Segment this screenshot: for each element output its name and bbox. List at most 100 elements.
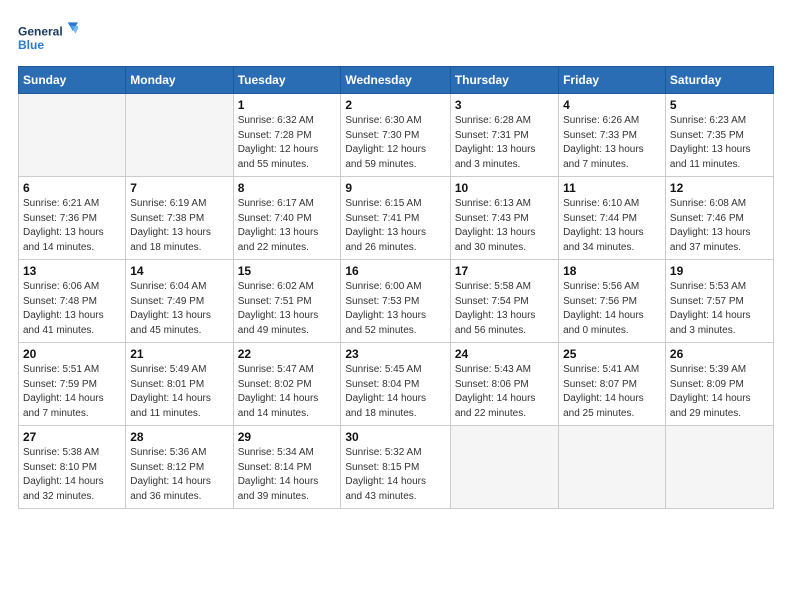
day-number: 12	[670, 181, 769, 195]
day-number: 15	[238, 264, 337, 278]
col-header-wednesday: Wednesday	[341, 67, 450, 94]
day-number: 4	[563, 98, 661, 112]
calendar-table: SundayMondayTuesdayWednesdayThursdayFrid…	[18, 66, 774, 509]
day-number: 8	[238, 181, 337, 195]
day-number: 13	[23, 264, 121, 278]
day-detail: Sunrise: 5:51 AM Sunset: 7:59 PM Dayligh…	[23, 363, 121, 421]
page: General Blue SundayMondayTuesdayWednesda…	[0, 0, 792, 612]
day-detail: Sunrise: 5:38 AM Sunset: 8:10 PM Dayligh…	[23, 446, 121, 504]
day-cell: 21 Sunrise: 5:49 AM Sunset: 8:01 PM Dayli…	[126, 343, 233, 426]
day-cell: 22 Sunrise: 5:47 AM Sunset: 8:02 PM Dayli…	[233, 343, 341, 426]
day-cell: 1 Sunrise: 6:32 AM Sunset: 7:28 PM Daylig…	[233, 94, 341, 177]
day-detail: Sunrise: 6:26 AM Sunset: 7:33 PM Dayligh…	[563, 114, 661, 172]
day-number: 29	[238, 430, 337, 444]
day-number: 3	[455, 98, 554, 112]
day-cell: 7 Sunrise: 6:19 AM Sunset: 7:38 PM Daylig…	[126, 177, 233, 260]
day-cell	[559, 426, 666, 509]
day-cell: 5 Sunrise: 6:23 AM Sunset: 7:35 PM Daylig…	[665, 94, 773, 177]
day-cell: 27 Sunrise: 5:38 AM Sunset: 8:10 PM Dayli…	[19, 426, 126, 509]
day-cell: 14 Sunrise: 6:04 AM Sunset: 7:49 PM Dayli…	[126, 260, 233, 343]
day-detail: Sunrise: 6:19 AM Sunset: 7:38 PM Dayligh…	[130, 197, 228, 255]
day-detail: Sunrise: 6:17 AM Sunset: 7:40 PM Dayligh…	[238, 197, 337, 255]
day-number: 26	[670, 347, 769, 361]
col-header-monday: Monday	[126, 67, 233, 94]
day-cell: 10 Sunrise: 6:13 AM Sunset: 7:43 PM Dayli…	[450, 177, 558, 260]
day-cell: 30Sunrise: 5:32 AM Sunset: 8:15 PM Dayli…	[341, 426, 450, 509]
day-detail: Sunrise: 6:28 AM Sunset: 7:31 PM Dayligh…	[455, 114, 554, 172]
day-number: 25	[563, 347, 661, 361]
day-number: 27	[23, 430, 121, 444]
day-detail: Sunrise: 6:00 AM Sunset: 7:53 PM Dayligh…	[345, 280, 445, 338]
week-row-1: 1 Sunrise: 6:32 AM Sunset: 7:28 PM Daylig…	[19, 94, 774, 177]
logo: General Blue	[18, 18, 78, 56]
day-detail: Sunrise: 6:02 AM Sunset: 7:51 PM Dayligh…	[238, 280, 337, 338]
calendar-body: 1 Sunrise: 6:32 AM Sunset: 7:28 PM Daylig…	[19, 94, 774, 509]
day-cell: 18Sunrise: 5:56 AM Sunset: 7:56 PM Dayli…	[559, 260, 666, 343]
day-cell: 4 Sunrise: 6:26 AM Sunset: 7:33 PM Daylig…	[559, 94, 666, 177]
day-detail: Sunrise: 5:58 AM Sunset: 7:54 PM Dayligh…	[455, 280, 554, 338]
day-number: 21	[130, 347, 228, 361]
day-number: 30	[345, 430, 445, 444]
logo-svg: General Blue	[18, 18, 78, 56]
day-cell: 28 Sunrise: 5:36 AM Sunset: 8:12 PM Dayli…	[126, 426, 233, 509]
day-detail: Sunrise: 6:21 AM Sunset: 7:36 PM Dayligh…	[23, 197, 121, 255]
day-number: 1	[238, 98, 337, 112]
day-detail: Sunrise: 6:23 AM Sunset: 7:35 PM Dayligh…	[670, 114, 769, 172]
day-detail: Sunrise: 6:04 AM Sunset: 7:49 PM Dayligh…	[130, 280, 228, 338]
calendar-header: SundayMondayTuesdayWednesdayThursdayFrid…	[19, 67, 774, 94]
svg-text:General: General	[18, 24, 63, 38]
day-number: 16	[345, 264, 445, 278]
day-number: 10	[455, 181, 554, 195]
col-header-tuesday: Tuesday	[233, 67, 341, 94]
day-detail: Sunrise: 6:32 AM Sunset: 7:28 PM Dayligh…	[238, 114, 337, 172]
day-number: 22	[238, 347, 337, 361]
day-number: 19	[670, 264, 769, 278]
day-number: 20	[23, 347, 121, 361]
day-detail: Sunrise: 5:36 AM Sunset: 8:12 PM Dayligh…	[130, 446, 228, 504]
day-number: 24	[455, 347, 554, 361]
day-number: 2	[345, 98, 445, 112]
day-cell: 20 Sunrise: 5:51 AM Sunset: 7:59 PM Dayli…	[19, 343, 126, 426]
day-detail: Sunrise: 6:13 AM Sunset: 7:43 PM Dayligh…	[455, 197, 554, 255]
col-header-saturday: Saturday	[665, 67, 773, 94]
header: General Blue	[18, 18, 774, 56]
week-row-2: 6 Sunrise: 6:21 AM Sunset: 7:36 PM Daylig…	[19, 177, 774, 260]
day-detail: Sunrise: 6:15 AM Sunset: 7:41 PM Dayligh…	[345, 197, 445, 255]
day-cell: 13 Sunrise: 6:06 AM Sunset: 7:48 PM Dayli…	[19, 260, 126, 343]
day-detail: Sunrise: 5:34 AM Sunset: 8:14 PM Dayligh…	[238, 446, 337, 504]
day-cell: 15 Sunrise: 6:02 AM Sunset: 7:51 PM Dayli…	[233, 260, 341, 343]
day-number: 7	[130, 181, 228, 195]
day-number: 17	[455, 264, 554, 278]
day-number: 14	[130, 264, 228, 278]
day-detail: Sunrise: 6:06 AM Sunset: 7:48 PM Dayligh…	[23, 280, 121, 338]
week-row-5: 27 Sunrise: 5:38 AM Sunset: 8:10 PM Dayli…	[19, 426, 774, 509]
day-detail: Sunrise: 5:53 AM Sunset: 7:57 PM Dayligh…	[670, 280, 769, 338]
day-detail: Sunrise: 6:10 AM Sunset: 7:44 PM Dayligh…	[563, 197, 661, 255]
col-header-friday: Friday	[559, 67, 666, 94]
day-detail: Sunrise: 5:43 AM Sunset: 8:06 PM Dayligh…	[455, 363, 554, 421]
day-number: 5	[670, 98, 769, 112]
day-detail: Sunrise: 5:47 AM Sunset: 8:02 PM Dayligh…	[238, 363, 337, 421]
day-cell: 23Sunrise: 5:45 AM Sunset: 8:04 PM Dayli…	[341, 343, 450, 426]
day-cell: 19 Sunrise: 5:53 AM Sunset: 7:57 PM Dayli…	[665, 260, 773, 343]
day-cell: 8 Sunrise: 6:17 AM Sunset: 7:40 PM Daylig…	[233, 177, 341, 260]
col-header-sunday: Sunday	[19, 67, 126, 94]
header-row: SundayMondayTuesdayWednesdayThursdayFrid…	[19, 67, 774, 94]
day-cell: 3 Sunrise: 6:28 AM Sunset: 7:31 PM Daylig…	[450, 94, 558, 177]
day-cell: 29 Sunrise: 5:34 AM Sunset: 8:14 PM Dayli…	[233, 426, 341, 509]
day-cell: 24 Sunrise: 5:43 AM Sunset: 8:06 PM Dayli…	[450, 343, 558, 426]
day-number: 28	[130, 430, 228, 444]
day-cell: 16 Sunrise: 6:00 AM Sunset: 7:53 PM Dayli…	[341, 260, 450, 343]
day-number: 18	[563, 264, 661, 278]
day-cell: 25 Sunrise: 5:41 AM Sunset: 8:07 PM Dayli…	[559, 343, 666, 426]
day-cell	[450, 426, 558, 509]
day-detail: Sunrise: 5:41 AM Sunset: 8:07 PM Dayligh…	[563, 363, 661, 421]
day-cell: 12 Sunrise: 6:08 AM Sunset: 7:46 PM Dayli…	[665, 177, 773, 260]
day-cell: 11Sunrise: 6:10 AM Sunset: 7:44 PM Dayli…	[559, 177, 666, 260]
day-detail: Sunrise: 5:49 AM Sunset: 8:01 PM Dayligh…	[130, 363, 228, 421]
day-cell: 17 Sunrise: 5:58 AM Sunset: 7:54 PM Dayli…	[450, 260, 558, 343]
day-detail: Sunrise: 6:08 AM Sunset: 7:46 PM Dayligh…	[670, 197, 769, 255]
day-cell: 6 Sunrise: 6:21 AM Sunset: 7:36 PM Daylig…	[19, 177, 126, 260]
day-number: 6	[23, 181, 121, 195]
day-cell	[665, 426, 773, 509]
